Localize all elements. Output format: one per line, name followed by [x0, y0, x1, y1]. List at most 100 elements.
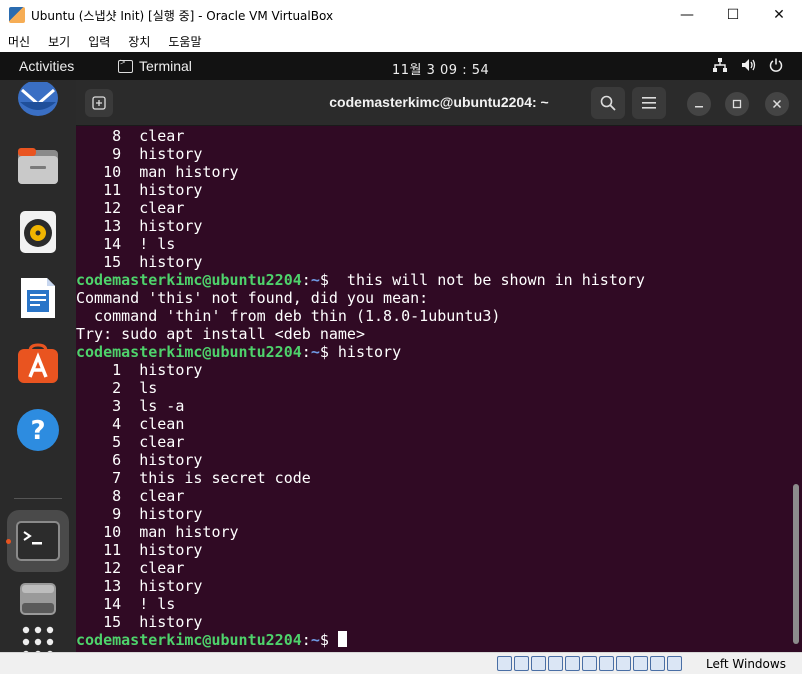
hamburger-menu-button[interactable] — [632, 87, 666, 119]
terminal-prompt-line: codemasterkimc@ubuntu2204:~$ this will n… — [76, 271, 788, 289]
terminal-prompt-line: codemasterkimc@ubuntu2204:~$ — [76, 631, 788, 649]
shared-folder-icon[interactable] — [582, 656, 597, 671]
volume-icon[interactable] — [740, 57, 756, 73]
vbox-statusbar: Left Windows — [0, 652, 802, 674]
terminal-output-line: 1 history — [76, 361, 203, 379]
terminal-output-line: 3 ls -a — [76, 397, 185, 415]
prompt-directory: ~ — [310, 271, 320, 289]
vbox-titlebar: Ubuntu (스냅샷 Init) [실행 중] - Oracle VM Vir… — [0, 0, 802, 30]
terminal-output[interactable]: 8 clear 9 history 10 man history 11 hist… — [76, 126, 788, 652]
libreoffice-writer-icon[interactable] — [16, 276, 60, 320]
vtx-icon[interactable] — [633, 656, 648, 671]
terminal-output-line: 9 history — [76, 505, 203, 523]
window-controls: — ☐ ✕ — [664, 0, 802, 30]
help-icon[interactable]: ? — [16, 408, 60, 452]
files-icon[interactable] — [16, 144, 60, 188]
terminal-output-line: 8 clear — [76, 127, 185, 145]
scrollbar-thumb[interactable] — [793, 484, 799, 644]
network-icon[interactable] — [712, 57, 728, 73]
command-text: this will not be shown in history — [328, 271, 645, 289]
terminal-output-line: command 'thin' from deb thin (1.8.0-1ubu… — [76, 307, 501, 325]
window-title: Ubuntu (스냅샷 Init) [실행 중] - Oracle VM Vir… — [31, 8, 334, 23]
prompt-directory: ~ — [310, 343, 320, 361]
audio-icon[interactable] — [531, 656, 546, 671]
menu-input[interactable]: 입력 — [88, 33, 110, 50]
rhythmbox-icon[interactable] — [16, 210, 60, 254]
terminal-output-line: 10 man history — [76, 523, 239, 541]
terminal-output-line: 11 history — [76, 181, 203, 199]
maximize-button[interactable]: ☐ — [710, 0, 756, 30]
recording-icon[interactable] — [616, 656, 631, 671]
clock[interactable]: 11월 3 09 : 54 — [392, 59, 489, 78]
dock-separator — [14, 498, 62, 499]
dock: ? — [0, 80, 76, 652]
new-tab-button[interactable] — [85, 89, 113, 117]
terminal-window[interactable]: codemasterkimc@ubuntu2204: ~ 8 clear 9 h… — [76, 80, 802, 652]
prompt-separator: : — [301, 271, 311, 289]
app-menu-terminal[interactable]: Terminal — [118, 57, 192, 74]
prompt-symbol: $ — [319, 631, 329, 649]
thunderbird-icon[interactable] — [16, 80, 60, 124]
hamburger-menu-icon — [642, 97, 656, 109]
term-minimize-button[interactable] — [687, 92, 711, 116]
command-text: history — [328, 343, 402, 361]
terminal-output-line: 5 clear — [76, 433, 185, 451]
terminal-output-line: 12 clear — [76, 199, 185, 217]
prompt-symbol: $ — [319, 271, 329, 289]
minimize-button[interactable]: — — [664, 0, 710, 30]
activities-button[interactable]: Activities — [19, 58, 74, 74]
prompt-user-host: codemasterkimc@ubuntu2204 — [76, 343, 302, 361]
search-button[interactable] — [591, 87, 625, 119]
status-icons — [497, 656, 682, 671]
keyboard-capture-icon[interactable] — [667, 656, 682, 671]
terminal-headerbar[interactable]: codemasterkimc@ubuntu2204: ~ — [76, 80, 802, 126]
search-icon — [600, 95, 616, 111]
prompt-separator: : — [301, 343, 311, 361]
term-maximize-button[interactable] — [725, 92, 749, 116]
menu-help[interactable]: 도움말 — [168, 33, 201, 50]
terminal-output-line: 9 history — [76, 145, 203, 163]
vm-screen[interactable]: Activities Terminal 11월 3 09 : 54 — [0, 52, 802, 652]
close-icon — [772, 99, 782, 109]
terminal-output-line: Command 'this' not found, did you mean: — [76, 289, 429, 307]
show-apps-icon[interactable] — [16, 620, 60, 652]
terminal-output-line: 6 history — [76, 451, 203, 469]
menu-machine[interactable]: 머신 — [8, 33, 30, 50]
terminal-lines: 8 clear 9 history 10 man history 11 hist… — [76, 127, 788, 649]
close-button[interactable]: ✕ — [756, 0, 802, 30]
system-tray[interactable] — [712, 57, 784, 73]
usb-icon[interactable] — [565, 656, 580, 671]
running-indicator — [6, 539, 11, 544]
terminal-output-line: 4 clean — [76, 415, 185, 433]
menu-view[interactable]: 보기 — [48, 33, 70, 50]
prompt-symbol: $ — [319, 343, 329, 361]
terminal-output-line: 14 ! ls — [76, 235, 176, 253]
display-icon[interactable] — [599, 656, 614, 671]
terminal-output-line: 8 clear — [76, 487, 185, 505]
terminal-icon[interactable] — [16, 519, 60, 563]
power-icon[interactable] — [768, 57, 784, 73]
svg-text:?: ? — [30, 416, 45, 446]
terminal-icon — [118, 57, 133, 73]
menu-devices[interactable]: 장치 — [128, 33, 150, 50]
terminal-output-line: 12 clear — [76, 559, 185, 577]
optical-drive-icon[interactable] — [514, 656, 529, 671]
term-close-button[interactable] — [765, 92, 789, 116]
app-menu-label: Terminal — [139, 58, 192, 74]
network-adapter-icon[interactable] — [548, 656, 563, 671]
ubuntu-software-icon[interactable] — [16, 342, 60, 386]
gnome-topbar: Activities Terminal 11월 3 09 : 54 — [0, 52, 802, 80]
prompt-directory: ~ — [310, 631, 320, 649]
virtualbox-app-icon — [9, 7, 25, 23]
harddisk-icon[interactable] — [497, 656, 512, 671]
new-tab-icon — [92, 96, 106, 110]
mouse-integration-icon[interactable] — [650, 656, 665, 671]
vbox-menubar: 머신 보기 입력 장치 도움말 — [0, 30, 802, 52]
terminal-scrollbar[interactable] — [788, 126, 802, 652]
terminal-output-line: 13 history — [76, 217, 203, 235]
terminal-prompt-line: codemasterkimc@ubuntu2204:~$ history — [76, 343, 788, 361]
terminal-output-line: 2 ls — [76, 379, 158, 397]
terminal-output-line: 10 man history — [76, 163, 239, 181]
drive-icon[interactable] — [16, 577, 60, 621]
terminal-output-line: 13 history — [76, 577, 203, 595]
